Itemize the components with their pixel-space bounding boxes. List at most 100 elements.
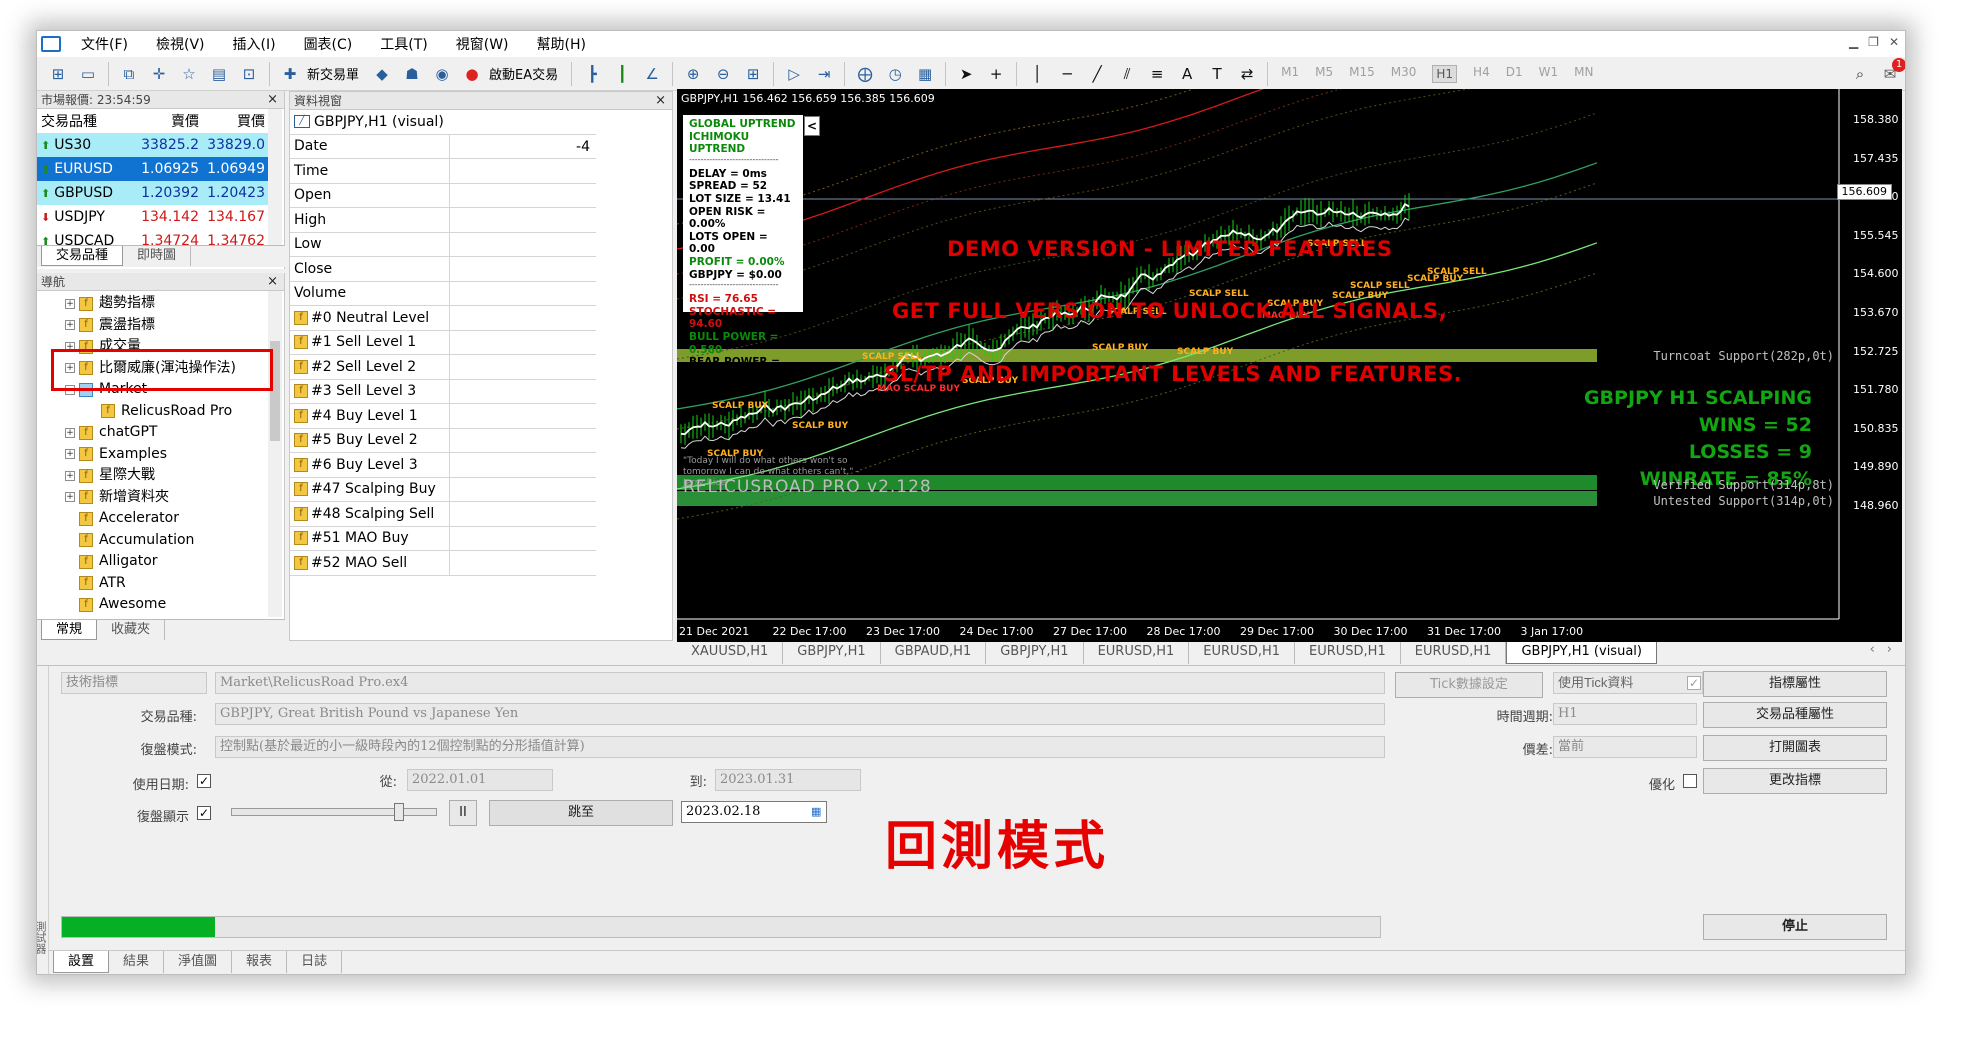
text-label-icon[interactable]: T bbox=[1205, 62, 1229, 86]
navigator-item[interactable]: + f Examples bbox=[37, 444, 284, 466]
text-icon[interactable]: A bbox=[1175, 62, 1199, 86]
expand-icon[interactable]: + bbox=[65, 492, 75, 503]
modify-indicator-button[interactable]: 更改指標 bbox=[1703, 768, 1887, 794]
zoom-out-icon[interactable]: ⊖ bbox=[711, 62, 735, 86]
speed-slider[interactable] bbox=[231, 803, 437, 821]
timeframe-w1[interactable]: W1 bbox=[1539, 65, 1559, 83]
crosshair-icon[interactable]: + bbox=[984, 62, 1008, 86]
market-watch-row[interactable]: ⬇ USDJPY 134.142 134.167 bbox=[37, 205, 269, 229]
open-chart-button[interactable]: 打開圖表 bbox=[1703, 735, 1887, 761]
use-tick-checkbox[interactable]: ✓ bbox=[1687, 676, 1701, 690]
timeframe-mn[interactable]: MN bbox=[1574, 65, 1593, 83]
timeframe-h1[interactable]: H1 bbox=[1432, 64, 1458, 83]
close-icon[interactable]: × bbox=[655, 92, 666, 110]
navigator-scrollbar[interactable] bbox=[268, 291, 282, 617]
cursor-icon[interactable]: ➤ bbox=[954, 62, 978, 86]
autoscroll-icon[interactable]: ▷ bbox=[782, 62, 806, 86]
navigator-icon[interactable]: ☆ bbox=[177, 62, 201, 86]
autotrade-icon[interactable]: ● bbox=[460, 62, 484, 86]
navigator-item[interactable]: f Accumulation bbox=[37, 530, 284, 552]
chart-tab[interactable]: GBPAUD,H1 bbox=[881, 642, 987, 664]
menu-view[interactable]: 檢視(V) bbox=[142, 34, 219, 54]
navigator-item[interactable]: f ATR bbox=[37, 573, 284, 595]
trendline-icon[interactable]: ╱ bbox=[1085, 62, 1109, 86]
tab-common[interactable]: 常規 bbox=[41, 620, 98, 640]
pause-button[interactable]: II bbox=[449, 800, 477, 826]
symbol-select[interactable]: GBPJPY, Great British Pound vs Japanese … bbox=[215, 703, 1385, 725]
col-symbol[interactable]: 交易品種 bbox=[37, 109, 137, 133]
candle-chart-icon[interactable]: ┃ bbox=[610, 62, 634, 86]
tab-symbols[interactable]: 交易品種 bbox=[41, 246, 124, 266]
indicator-properties-button[interactable]: 指標屬性 bbox=[1703, 671, 1887, 697]
menu-insert[interactable]: 插入(I) bbox=[219, 34, 290, 54]
menu-window[interactable]: 視窗(W) bbox=[442, 34, 523, 54]
crosshair-data-icon[interactable]: ✛ bbox=[147, 62, 171, 86]
menu-charts[interactable]: 圖表(C) bbox=[290, 34, 367, 54]
skip-to-button[interactable]: 跳至 bbox=[489, 800, 673, 826]
tile-windows-icon[interactable]: ⊞ bbox=[741, 62, 765, 86]
chart-tab[interactable]: GBPJPY,H1 bbox=[783, 642, 881, 664]
timeframe-m30[interactable]: M30 bbox=[1391, 65, 1417, 83]
tab-tick-chart[interactable]: 即時圖 bbox=[123, 246, 192, 266]
navigator-item[interactable]: + f 新增資料夾 bbox=[37, 487, 284, 509]
market-watch-row[interactable]: ⬆ GBPUSD 1.20392 1.20423 bbox=[37, 181, 269, 205]
expand-icon[interactable]: + bbox=[65, 320, 75, 331]
search-icon[interactable]: ⌕ bbox=[1848, 62, 1872, 86]
from-date[interactable]: 2022.01.01 bbox=[407, 769, 553, 791]
calendar-icon[interactable]: ▦ bbox=[811, 805, 821, 818]
arrows-icon[interactable]: ⇄ bbox=[1235, 62, 1259, 86]
tester-tab[interactable]: 設置 bbox=[53, 951, 110, 973]
metaeditor-icon[interactable]: ◆ bbox=[370, 62, 394, 86]
expand-icon[interactable]: + bbox=[65, 449, 75, 460]
periods-icon[interactable]: ◷ bbox=[883, 62, 907, 86]
skip-to-date[interactable]: 2023.02.18 bbox=[681, 801, 827, 823]
chart-tab[interactable]: EURUSD,H1 bbox=[1295, 642, 1401, 664]
close-icon[interactable]: × bbox=[267, 91, 278, 109]
chart-tab[interactable]: XAUUSD,H1 bbox=[677, 642, 784, 664]
templates-icon[interactable]: ▦ bbox=[913, 62, 937, 86]
type-select[interactable]: 技術指標 bbox=[61, 672, 207, 694]
terminal-icon[interactable]: ▤ bbox=[207, 62, 231, 86]
navigator-item[interactable]: + f 星際大戰 bbox=[37, 465, 284, 487]
fibonacci-icon[interactable]: ≡ bbox=[1145, 62, 1169, 86]
tester-tab[interactable]: 結果 bbox=[109, 951, 165, 973]
autotrade-button[interactable]: 啟動EA交易 bbox=[489, 64, 558, 83]
expand-icon[interactable]: + bbox=[65, 470, 75, 481]
line-chart-icon[interactable]: ∠ bbox=[640, 62, 664, 86]
minimize-icon[interactable]: ▁ bbox=[1849, 35, 1858, 49]
new-chart-icon[interactable]: ⊞ bbox=[46, 62, 70, 86]
timeframe-m5[interactable]: M5 bbox=[1315, 65, 1333, 83]
spread-select[interactable]: 當前 bbox=[1553, 736, 1697, 758]
model-select[interactable]: 控制點(基於最近的小一級時段內的12個控制點的分形插值計算) bbox=[215, 736, 1385, 758]
navigator-item[interactable]: + f 震盪指標 bbox=[37, 315, 284, 337]
vertical-line-icon[interactable]: │ bbox=[1025, 62, 1049, 86]
tester-tab[interactable]: 報表 bbox=[232, 951, 288, 973]
menu-help[interactable]: 幫助(H) bbox=[523, 34, 600, 54]
close-icon[interactable]: × bbox=[267, 273, 278, 291]
tab-favorites[interactable]: 收藏夾 bbox=[97, 620, 166, 640]
tab-scroll-left-icon[interactable]: ‹ bbox=[1864, 642, 1881, 664]
chart-tab[interactable]: EURUSD,H1 bbox=[1401, 642, 1507, 664]
use-date-checkbox[interactable]: ✓ bbox=[197, 774, 211, 788]
symbol-properties-button[interactable]: 交易品種屬性 bbox=[1703, 702, 1887, 728]
navigator-item[interactable]: + f chatGPT bbox=[37, 422, 284, 444]
optimize-checkbox[interactable] bbox=[1683, 774, 1697, 788]
visual-mode-checkbox[interactable]: ✓ bbox=[197, 806, 211, 820]
indicators-icon[interactable]: ⨁ bbox=[853, 62, 877, 86]
market-watch-row[interactable]: ⬆ EURUSD 1.06925 1.06949 bbox=[37, 157, 269, 181]
navigator-item[interactable]: f RelicusRoad Pro bbox=[37, 401, 284, 423]
signals-icon[interactable]: ☗ bbox=[400, 62, 424, 86]
navigator-item[interactable]: f Alligator bbox=[37, 551, 284, 573]
timeframe-m15[interactable]: M15 bbox=[1349, 65, 1375, 83]
period-select[interactable]: H1 bbox=[1553, 703, 1697, 725]
navigator-item[interactable]: + f 趨勢指標 bbox=[37, 293, 284, 315]
new-order-button[interactable]: 新交易單 bbox=[307, 64, 359, 83]
col-ask[interactable]: 買價 bbox=[203, 109, 269, 133]
stop-button[interactable]: 停止 bbox=[1703, 914, 1887, 940]
menu-tools[interactable]: 工具(T) bbox=[366, 34, 441, 54]
chart-tab[interactable]: GBPJPY,H1 (visual) bbox=[1506, 642, 1657, 664]
horizontal-line-icon[interactable]: ─ bbox=[1055, 62, 1079, 86]
new-order-icon[interactable]: ✚ bbox=[278, 62, 302, 86]
to-date[interactable]: 2023.01.31 bbox=[715, 769, 861, 791]
tick-data-button[interactable]: Tick數據設定 bbox=[1395, 672, 1543, 698]
